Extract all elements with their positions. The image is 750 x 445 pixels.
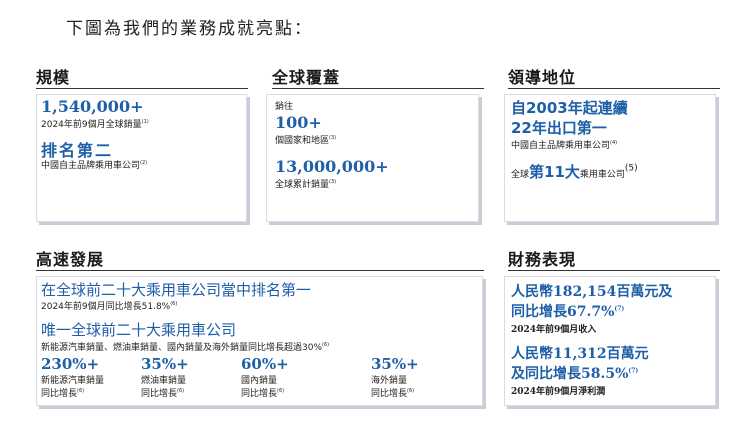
growth-card: 在全球前二十大乘用車公司當中排名第一 2024年前9個月同比增長51.8%(6)…: [36, 276, 483, 406]
scale-rank-caption: 中國自主品牌乘用車公司(2): [41, 160, 148, 171]
leadership-card: 自2003年起連續 22年出口第一 中國自主品牌乘用車公司(4) 全球第11大乘…: [504, 94, 716, 222]
finance-revenue-caption: 2024年前9個月收入: [511, 325, 597, 335]
scale-value-caption: 2024年前9個月全球銷量(1): [41, 119, 149, 130]
coverage-cumulative: 13,000,000+: [275, 157, 389, 176]
section-divider: [508, 88, 720, 89]
coverage-card: 銷往 100+ 個國家和地區(3) 13,000,000+ 全球累計銷量(3): [266, 94, 479, 222]
section-title-finance: 財務表現: [508, 250, 577, 269]
growth-stat: 230%+ 新能源汽車銷量 同比增長(6): [41, 355, 105, 399]
section-divider: [272, 88, 484, 89]
coverage-countries: 100+: [275, 113, 322, 132]
section-divider: [36, 270, 484, 271]
growth-headline1: 在全球前二十大乘用車公司當中排名第一: [41, 281, 312, 299]
growth-headline1-caption: 2024年前9個月同比增長51.8%(6): [41, 301, 178, 312]
section-leadership: 領導地位 自2003年起連續 22年出口第一 中國自主品牌乘用車公司(4) 全球…: [504, 64, 720, 224]
growth-stat: 35%+ 海外銷量 同比增長(6): [371, 355, 419, 399]
section-growth: 高速發展 在全球前二十大乘用車公司當中排名第一 2024年前9個月同比增長51.…: [36, 246, 484, 436]
intro-text: 下圖為我們的業務成就亮點：: [66, 19, 313, 39]
finance-card: 人民幣182,154百萬元及 同比增長67.7%(7) 2024年前9個月收入 …: [504, 276, 716, 406]
section-title-coverage: 全球覆蓋: [272, 68, 341, 87]
section-coverage: 全球覆蓋 銷往 100+ 個國家和地區(3) 13,000,000+ 全球累計銷…: [266, 64, 484, 224]
coverage-countries-caption: 個國家和地區(3): [275, 135, 337, 146]
growth-stat: 60%+ 國內銷量 同比增長(6): [241, 355, 289, 399]
section-divider: [36, 88, 248, 89]
growth-headline2-caption: 新能源汽車銷量、燃油車銷量、國內銷量及海外銷量同比增長超過30%(6): [41, 342, 330, 353]
scale-value: 1,540,000+: [41, 97, 144, 116]
section-divider: [508, 270, 720, 271]
leadership-line2-caption: 中國自主品牌乘用車公司(4): [511, 140, 618, 151]
section-title-growth: 高速發展: [36, 250, 105, 269]
coverage-label: 銷往: [275, 102, 294, 112]
growth-stat: 35%+ 燃油車銷量 同比增長(6): [141, 355, 189, 399]
scale-card: 1,540,000+ 2024年前9個月全球銷量(1) 排名第二 中國自主品牌乘…: [36, 94, 247, 222]
leadership-line1: 自2003年起連續: [511, 99, 628, 117]
coverage-cumulative-caption: 全球累計銷量(3): [275, 179, 337, 190]
section-finance: 財務表現 人民幣182,154百萬元及 同比增長67.7%(7) 2024年前9…: [504, 246, 720, 436]
section-title-scale: 規模: [36, 68, 71, 87]
finance-revenue-line2: 同比增長67.7%(7): [511, 304, 625, 320]
section-scale: 規模 1,540,000+ 2024年前9個月全球銷量(1) 排名第二 中國自主…: [36, 64, 248, 224]
section-title-leadership: 領導地位: [508, 68, 577, 87]
finance-profit-line2: 及同比增長58.5%(7): [511, 366, 639, 382]
finance-profit-caption: 2024年前9個月淨利潤: [511, 387, 606, 397]
finance-profit-line1: 人民幣11,312百萬元: [511, 346, 649, 362]
growth-headline2: 唯一全球前二十大乘用車公司: [41, 321, 237, 339]
finance-revenue-line1: 人民幣182,154百萬元及: [511, 284, 673, 300]
leadership-line2: 22年出口第一: [511, 119, 607, 137]
leadership-global-rank: 全球第11大乘用車公司(5): [511, 163, 638, 181]
